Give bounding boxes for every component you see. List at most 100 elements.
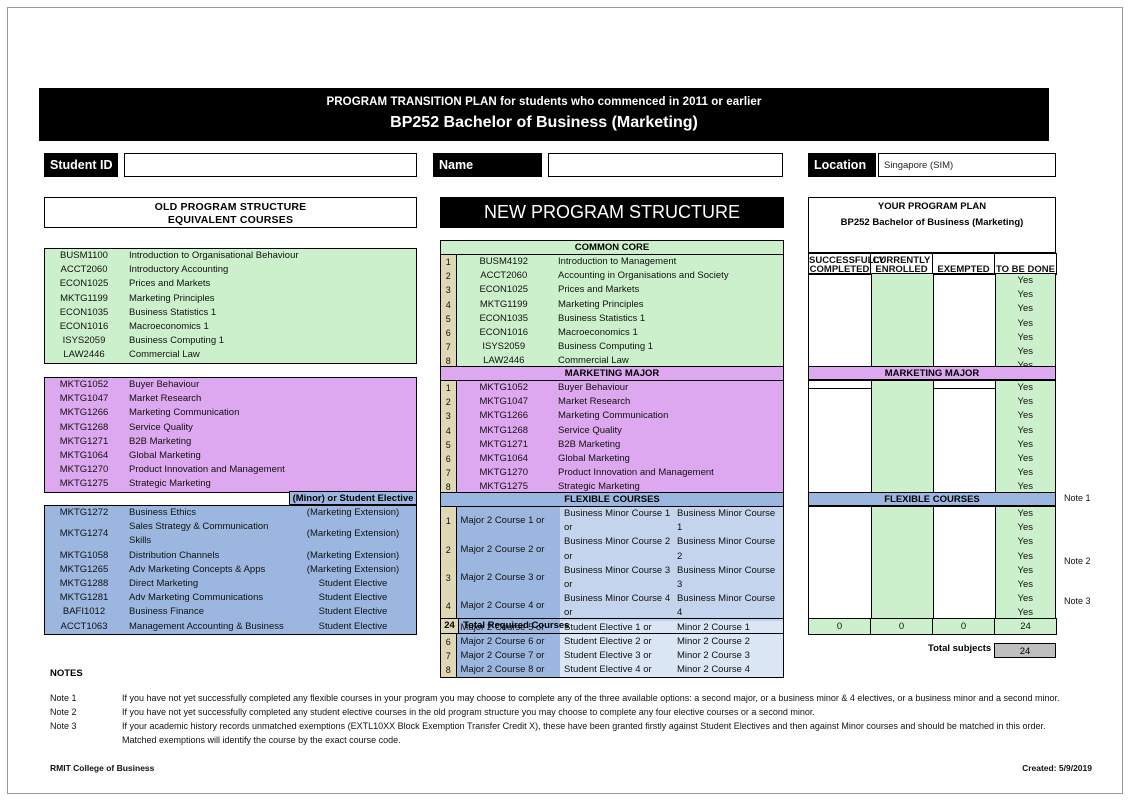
course-name: Business Statistics 1	[558, 312, 646, 324]
row-number: 6	[441, 326, 457, 341]
course-code: MKTG1064	[59, 450, 109, 462]
minor-or-student-elective-header: (Minor) or Student Elective	[289, 491, 417, 505]
total-subjects-label: Total subjects	[928, 643, 992, 654]
table-row: 1 BUSM4192 Introduction to Management	[441, 255, 783, 270]
course-name: Market Research	[129, 393, 202, 405]
plan-major-grid: Yes Yes Yes Yes Yes Yes Yes Yes	[808, 380, 1056, 496]
row-number: 2	[441, 269, 457, 284]
plan-tobedone-cell: Yes	[995, 288, 1055, 303]
flex-option-3: Minor 2 Course 2	[673, 634, 783, 650]
plan-tobedone-cell: Yes	[995, 549, 1055, 564]
course-category: (Marketing Extension)	[306, 549, 400, 561]
student-id-input[interactable]	[124, 153, 417, 177]
table-row: 3 Major 2 Course 3 or Business Minor Cours…	[441, 563, 783, 593]
table-row: 4 MKTG1268 Service Quality	[441, 423, 783, 438]
table-row: LAW2446 Commercial Law	[45, 348, 416, 362]
footer-organisation: RMIT College of Business	[50, 763, 155, 773]
plan-exempted-cell	[933, 521, 996, 536]
plan-totals-row: 0 0 0 24	[808, 618, 1057, 635]
note-text: If your academic history records unmatch…	[122, 721, 1046, 731]
plan-tobedone-cell: Yes	[995, 592, 1055, 607]
plan-exempted-cell	[933, 381, 996, 396]
table-row: Yes	[809, 437, 1055, 453]
table-row: 7 ISYS2059 Business Computing 1	[441, 340, 783, 355]
total-required-courses-row: 24 Total Required Courses	[440, 618, 784, 634]
table-row: Yes	[809, 549, 1055, 564]
flex-option-3: Business Minor Course 3	[673, 563, 783, 593]
table-row: Yes	[809, 452, 1055, 467]
course-code: ISYS2059	[482, 341, 526, 353]
plan-header-line1: YOUR PROGRAM PLAN	[877, 201, 987, 212]
marketing-major-table: 1 MKTG1052 Buyer Behaviour 2 MKTG1047 Market …	[441, 381, 783, 495]
plan-marketing-major-header: MARKETING MAJOR	[808, 366, 1056, 380]
course-category: (Marketing Extension)	[306, 528, 400, 540]
table-row: Yes	[809, 345, 1055, 360]
row-number: 7	[441, 649, 457, 664]
row-number: 4	[441, 592, 457, 621]
course-code: MKTG1268	[59, 421, 109, 433]
course-code: ACCT1063	[60, 620, 108, 632]
course-code: MKTG1271	[59, 435, 109, 447]
plan-enrolled-cell	[871, 437, 934, 453]
plan-completed-cell	[809, 316, 872, 331]
flex-option-1: Major 2 Course 2 or	[456, 535, 560, 564]
table-row: 4 Major 2 Course 4 or Business Minor Cours…	[441, 592, 783, 621]
row-number: 6	[441, 634, 457, 650]
plan-header-line2: BP252 Bachelor of Business (Marketing)	[840, 217, 1024, 228]
course-code: BUSM1100	[60, 250, 108, 261]
course-name: Macroeconomics 1	[558, 327, 638, 339]
plan-flexible-grid: Yes Yes Yes Yes Yes Yes Yes Yes	[808, 506, 1056, 622]
table-row: 1 Major 2 Course 1 or Business Minor Cours…	[441, 507, 783, 536]
flex-option-2: Student Elective 2 or	[560, 634, 673, 650]
row-number: 1	[441, 507, 457, 536]
row-number: 2	[441, 395, 457, 410]
course-name: Marketing Principles	[558, 298, 644, 310]
flex-option-3: Minor 2 Course 4	[673, 663, 783, 678]
table-row: MKTG1064 Global Marketing	[45, 449, 416, 463]
course-code: ECON1025	[479, 284, 529, 296]
flex-option-2: Student Elective 4 or	[560, 663, 673, 678]
table-row: MKTG1058 Distribution Channels (Marketing …	[45, 549, 416, 563]
plan-completed-cell	[809, 274, 872, 289]
row-number: 4	[441, 297, 457, 312]
course-code: MKTG1058	[59, 549, 109, 561]
course-code: ECON1016	[479, 327, 529, 339]
note-key: Note 2	[50, 707, 77, 717]
plan-flexible-table: Yes Yes Yes Yes Yes Yes Yes Yes	[809, 507, 1055, 621]
table-row: MKTG1288 Direct Marketing Student Elective	[45, 577, 416, 591]
table-row: Yes	[809, 330, 1055, 346]
sheet-border: PROGRAM TRANSITION PLAN for students who…	[7, 7, 1123, 794]
plan-column-header: CURRENTLY ENROLLED	[870, 253, 933, 275]
old-major-block: MKTG1052 Buyer Behaviour MKTG1047 Market Re…	[44, 377, 417, 493]
plan-exempted-cell	[933, 302, 996, 317]
table-row: Yes	[809, 578, 1055, 593]
table-row: MKTG1199 Marketing Principles	[45, 292, 416, 306]
table-row: Yes	[809, 535, 1055, 550]
course-code: ACCT2060	[60, 264, 108, 276]
row-number: 1	[441, 255, 457, 270]
course-code: MKTG1199	[479, 298, 528, 310]
flex-option-3: Business Minor Course 4	[673, 592, 783, 621]
plan-tobedone-cell: Yes	[995, 563, 1055, 579]
plan-column-header: EXEMPTED	[932, 253, 995, 275]
table-row: 6 ECON1016 Macroeconomics 1	[441, 326, 783, 341]
common-core-table: 1 BUSM4192 Introduction to Management 2 ACCT…	[441, 255, 783, 369]
plan-total-cell: 24	[994, 618, 1057, 635]
table-row: 6 MKTG1064 Global Marketing	[441, 452, 783, 467]
program-transition-plan-page: PROGRAM TRANSITION PLAN for students who…	[0, 0, 1130, 801]
row-number: 7	[441, 466, 457, 481]
course-name: Global Marketing	[129, 450, 201, 462]
course-code: BAFI1012	[62, 606, 106, 618]
course-category: Student Elective	[318, 578, 388, 590]
course-code: MKTG1288	[59, 578, 109, 590]
new-flexible-courses-block: FLEXIBLE COURSES 1 Major 2 Course 1 or Bus…	[440, 492, 784, 679]
table-row: BAFI1012 Business Finance Student Elective	[45, 605, 416, 619]
location-input[interactable]: Singapore (SIM)	[878, 153, 1056, 177]
table-row: ECON1016 Macroeconomics 1	[45, 320, 416, 334]
note-reference: Note 2	[1064, 556, 1091, 566]
name-input[interactable]	[548, 153, 783, 177]
course-category: (Marketing Extension)	[306, 563, 400, 575]
row-number: 6	[441, 452, 457, 467]
course-name: Marketing Communication	[129, 407, 240, 419]
table-row: ECON1035 Business Statistics 1	[45, 306, 416, 320]
